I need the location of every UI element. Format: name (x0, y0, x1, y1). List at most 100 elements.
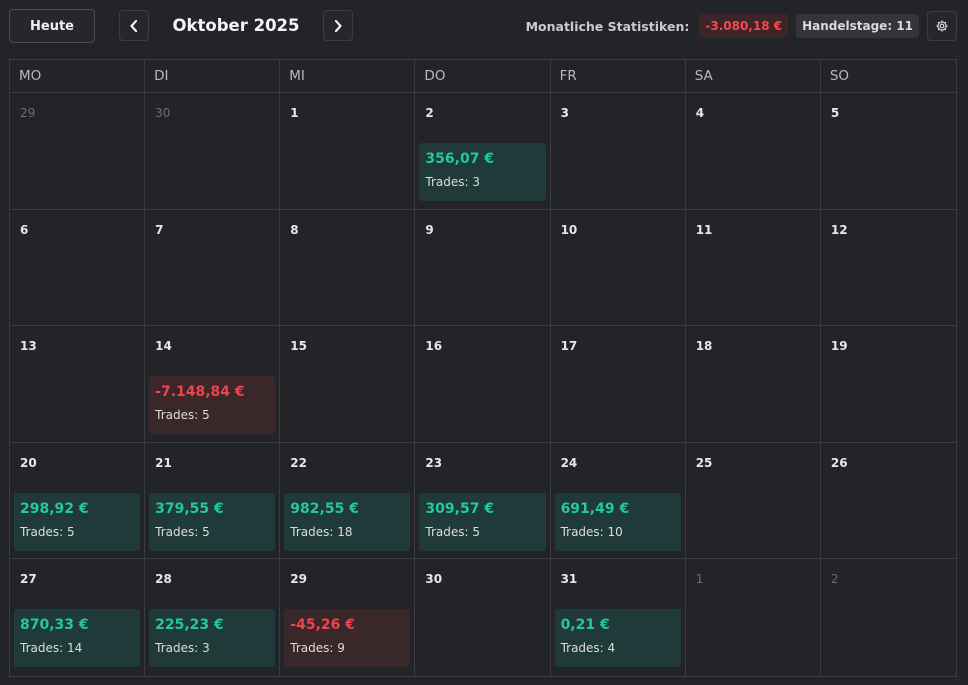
day-number: 15 (290, 339, 307, 354)
trade-count-value: 5 (66, 524, 75, 539)
calendar-day-cell[interactable]: 18 (685, 326, 821, 443)
day-number: 18 (695, 339, 713, 354)
weekday-header: MI (280, 60, 416, 93)
calendar-day-cell[interactable]: 28 225,23 € Trades: 3 (145, 559, 281, 676)
month-title: Oktober 2025 (172, 16, 300, 35)
calendar-day-cell[interactable]: 8 (280, 209, 416, 327)
calendar-day-cell[interactable]: 30 (145, 93, 281, 210)
calendar-day-cell[interactable]: 12 (820, 210, 956, 327)
day-number: 26 (830, 455, 848, 470)
settings-button[interactable] (927, 11, 957, 41)
next-month-button[interactable] (323, 10, 353, 41)
daily-pnl-card[interactable]: -7.148,84 € Trades: 5 (149, 376, 276, 435)
monthly-statistics: Monatliche Statistiken: -3.080,18 € Hand… (526, 14, 919, 38)
day-number: 10 (560, 222, 578, 237)
calendar-day-cell[interactable]: 6 (10, 209, 146, 327)
daily-pnl-card[interactable]: 225,23 € Trades: 3 (149, 609, 276, 668)
calendar-day-cell[interactable]: 4 (685, 93, 821, 210)
calendar-day-cell[interactable]: 9 (415, 209, 551, 327)
pnl-amount: 0,21 € (560, 617, 610, 634)
day-number: 4 (695, 106, 705, 120)
trade-count: Trades: 5 (155, 408, 275, 422)
trade-count-value: 10 (607, 524, 623, 539)
calendar-day-cell[interactable]: 29 -45,26 € Trades: 9 (280, 559, 416, 676)
day-number: 29 (290, 572, 307, 587)
calendar-day-cell[interactable]: 11 (685, 209, 821, 327)
daily-pnl-card[interactable]: 309,57 € Trades: 5 (419, 492, 546, 551)
chevron-right-icon (334, 19, 342, 32)
day-number: 24 (560, 455, 578, 470)
weekday-header: FR (550, 60, 686, 93)
calendar-day-cell[interactable]: 7 (145, 209, 281, 327)
monthly-statistics-label: Monatliche Statistiken: (525, 18, 690, 34)
calendar-day-cell[interactable]: 3 (550, 93, 686, 210)
calendar-day-cell[interactable]: 31 0,21 € Trades: 4 (551, 559, 686, 676)
day-number: 30 (155, 106, 171, 120)
calendar-day-cell[interactable]: 23 309,57 € Trades: 5 (415, 442, 551, 560)
today-button[interactable]: Heute (9, 9, 95, 43)
trade-count: Trades: 10 (561, 525, 681, 539)
trade-count-value: 9 (337, 641, 345, 656)
weekday-header: SA (685, 60, 821, 93)
calendar-toolbar: Heute Oktober 2025 Monatliche Statistike… (0, 0, 968, 56)
day-number: 22 (290, 455, 307, 470)
weekday-header: DI (145, 60, 281, 93)
calendar-day-cell[interactable]: 15 (280, 326, 416, 443)
calendar-day-cell[interactable]: 1 (280, 93, 416, 210)
calendar-day-cell[interactable]: 1 (686, 559, 821, 676)
pnl-amount: 379,55 € (155, 500, 224, 517)
day-number: 28 (155, 572, 172, 587)
calendar-day-cell[interactable]: 27 870,33 € Trades: 14 (10, 559, 146, 676)
pnl-amount: 356,07 € (425, 151, 495, 167)
calendar-day-cell[interactable]: 5 (820, 93, 956, 210)
day-number: 2 (830, 572, 839, 587)
calendar-day-cell[interactable]: 29 (10, 93, 146, 210)
trade-count-value: 4 (607, 641, 616, 656)
day-number: 30 (425, 572, 443, 587)
trade-count: Trades: 5 (425, 525, 545, 539)
day-number: 31 (560, 572, 578, 587)
daily-pnl-card[interactable]: 691,49 € Trades: 10 (554, 492, 681, 551)
trade-count-label: Trades: (155, 408, 203, 423)
calendar-day-cell[interactable]: 25 (685, 442, 821, 560)
trade-count-value: 5 (202, 524, 210, 539)
daily-pnl-card[interactable]: 870,33 € Trades: 14 (14, 609, 141, 668)
calendar-day-cell[interactable]: 24 691,49 € Trades: 10 (550, 442, 686, 560)
weekday-header: SO (820, 60, 956, 93)
daily-pnl-card[interactable]: -45,26 € Trades: 9 (284, 609, 411, 668)
monthly-pnl-badge: -3.080,18 € (699, 14, 789, 38)
trade-count-value: 14 (66, 641, 83, 656)
day-number: 17 (560, 339, 578, 354)
trade-count: Trades: 4 (561, 641, 681, 655)
calendar-day-cell[interactable]: 2 (821, 559, 956, 676)
calendar-day-cell[interactable]: 30 (415, 559, 551, 676)
pnl-amount: 982,55 € (290, 500, 359, 517)
calendar-day-cell[interactable]: 2 356,07 € Trades: 3 (415, 93, 551, 210)
trade-count: Trades: 5 (20, 525, 140, 539)
calendar-day-cell[interactable]: 16 (415, 326, 551, 443)
daily-pnl-card[interactable]: 0,21 € Trades: 4 (554, 609, 681, 668)
trade-count-label: Trades: (20, 641, 67, 656)
trade-count-label: Trades: (155, 524, 203, 539)
trade-count-label: Trades: (425, 524, 473, 539)
calendar-day-cell[interactable]: 17 (550, 326, 686, 443)
calendar-day-cell[interactable]: 20 298,92 € Trades: 5 (10, 442, 146, 560)
daily-pnl-card[interactable]: 298,92 € Trades: 5 (14, 492, 141, 551)
day-number: 11 (695, 222, 713, 237)
calendar-day-cell[interactable]: 19 (820, 326, 956, 443)
calendar-day-cell[interactable]: 14 -7.148,84 € Trades: 5 (145, 326, 281, 443)
calendar-day-cell[interactable]: 22 982,55 € Trades: 18 (280, 442, 416, 560)
previous-month-button[interactable] (119, 10, 149, 41)
calendar-day-cell[interactable]: 10 (550, 209, 686, 327)
calendar-day-cell[interactable]: 26 (820, 443, 956, 560)
calendar-day-cell[interactable]: 13 (10, 326, 146, 443)
trade-count: Trades: 18 (290, 525, 410, 539)
daily-pnl-card[interactable]: 379,55 € Trades: 5 (149, 492, 276, 551)
daily-pnl-card[interactable]: 356,07 € Trades: 3 (419, 143, 546, 201)
daily-pnl-card[interactable]: 982,55 € Trades: 18 (284, 492, 411, 551)
day-number: 5 (830, 106, 840, 120)
day-number: 1 (290, 106, 299, 120)
pnl-amount: 309,57 € (425, 500, 495, 517)
calendar-day-cell[interactable]: 21 379,55 € Trades: 5 (145, 442, 281, 560)
trade-count-label: Trades: (560, 641, 608, 656)
